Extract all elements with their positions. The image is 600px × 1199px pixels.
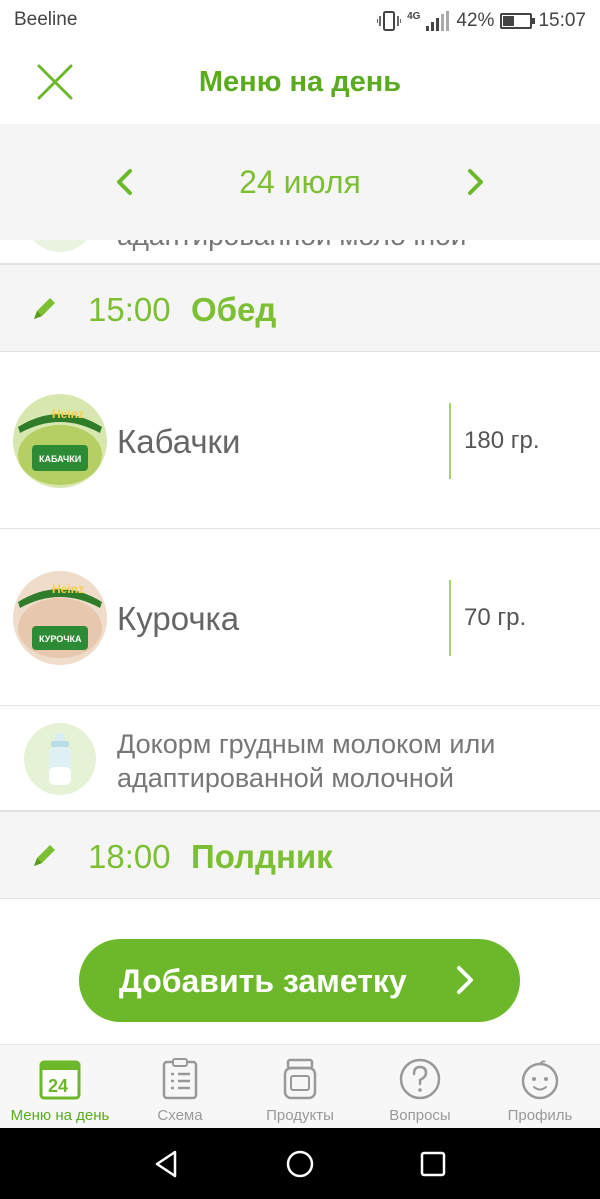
chevron-right-icon: [468, 169, 483, 195]
back-icon[interactable]: [151, 1148, 183, 1180]
date-navigator: 24 июля: [0, 124, 600, 240]
jar-icon: [283, 1058, 317, 1100]
home-icon[interactable]: [284, 1148, 316, 1180]
divider: [449, 403, 451, 479]
recents-icon[interactable]: [417, 1148, 449, 1180]
tab-label: Вопросы: [389, 1107, 451, 1124]
tab-label: Профиль: [507, 1107, 573, 1124]
current-date: 24 июля: [239, 164, 361, 200]
status-bar: Beeline 4G 42% 15:07: [0, 0, 600, 42]
pencil-icon: [34, 845, 55, 866]
zucchini-jar-icon: Heinz КАБАЧКИ: [13, 394, 107, 488]
note-text: Докорм грудным молоком или адаптированно…: [117, 729, 496, 793]
chicken-jar-icon: Heinz КУРОЧКА: [13, 571, 107, 665]
tab-menu-day[interactable]: 24 Меню на день: [0, 1045, 120, 1128]
vibrate-icon: [377, 11, 402, 31]
add-note-button[interactable]: Добавить заметку: [79, 939, 520, 1022]
status-icons: 4G 42% 15:07: [377, 8, 586, 34]
meal-time: 18:00: [88, 838, 171, 875]
tab-scheme[interactable]: Схема: [120, 1045, 240, 1128]
next-day-button[interactable]: [455, 162, 495, 202]
jar-label: КАБАЧКИ: [39, 454, 81, 464]
meal-name: Полдник: [191, 838, 333, 875]
bottle-icon: [24, 240, 96, 252]
signal-icon: [426, 11, 450, 31]
question-icon: [399, 1058, 441, 1100]
meal-list[interactable]: адаптированной молочной 15:00 Обед Heinz…: [0, 240, 600, 900]
tab-products[interactable]: Продукты: [240, 1045, 360, 1128]
food-amount: 70 гр.: [464, 604, 527, 631]
tab-label: Продукты: [266, 1107, 334, 1124]
app-header: Меню на день: [0, 42, 600, 124]
pencil-icon: [34, 298, 55, 319]
meal-time: 15:00: [88, 291, 171, 328]
jar-brand: Heinz: [52, 582, 84, 596]
divider: [449, 580, 451, 656]
bottom-tab-bar: 24 Меню на день Схема Продукты Вопросы П…: [0, 1044, 600, 1128]
calendar-icon: 24: [39, 1060, 81, 1100]
food-item[interactable]: Heinz КАБАЧКИ Кабачки 180 гр.: [0, 353, 600, 529]
add-note-label: Добавить заметку: [119, 963, 407, 999]
food-item[interactable]: Heinz КУРОЧКА Курочка 70 гр.: [0, 530, 600, 706]
food-name: Кабачки: [117, 423, 241, 460]
jar-brand: Heinz: [52, 407, 84, 421]
tab-label: Меню на день: [10, 1107, 110, 1124]
food-name: Курочка: [117, 600, 240, 637]
note-item[interactable]: Докорм грудным молоком или адаптированно…: [0, 707, 600, 811]
system-nav-bar: [0, 1128, 600, 1199]
page-title: Меню на день: [198, 66, 402, 98]
battery-icon: [500, 13, 536, 29]
list-item-text: адаптированной молочной: [117, 240, 466, 252]
tab-questions[interactable]: Вопросы: [360, 1045, 480, 1128]
list-item: адаптированной молочной: [0, 240, 600, 264]
network-type: 4G: [407, 10, 421, 22]
carrier-name: Beeline: [14, 9, 78, 30]
jar-label: КУРОЧКА: [39, 634, 82, 644]
clock: 15:07: [538, 10, 586, 31]
baby-face-icon: [521, 1060, 559, 1100]
food-amount: 180 гр.: [464, 427, 540, 454]
edit-meal-button[interactable]: [30, 840, 60, 870]
meal-header: 18:00 Полдник: [0, 811, 600, 899]
meal-header: 15:00 Обед: [0, 264, 600, 352]
bottle-icon: [24, 723, 96, 795]
calendar-day-number: 24: [48, 1076, 68, 1096]
meal-name: Обед: [191, 291, 277, 328]
battery-percent: 42%: [456, 10, 495, 31]
clipboard-icon: [162, 1058, 198, 1100]
tab-label: Схема: [157, 1107, 203, 1124]
chevron-right-icon: [457, 966, 473, 994]
tab-profile[interactable]: Профиль: [480, 1045, 600, 1128]
edit-meal-button[interactable]: [30, 293, 60, 323]
